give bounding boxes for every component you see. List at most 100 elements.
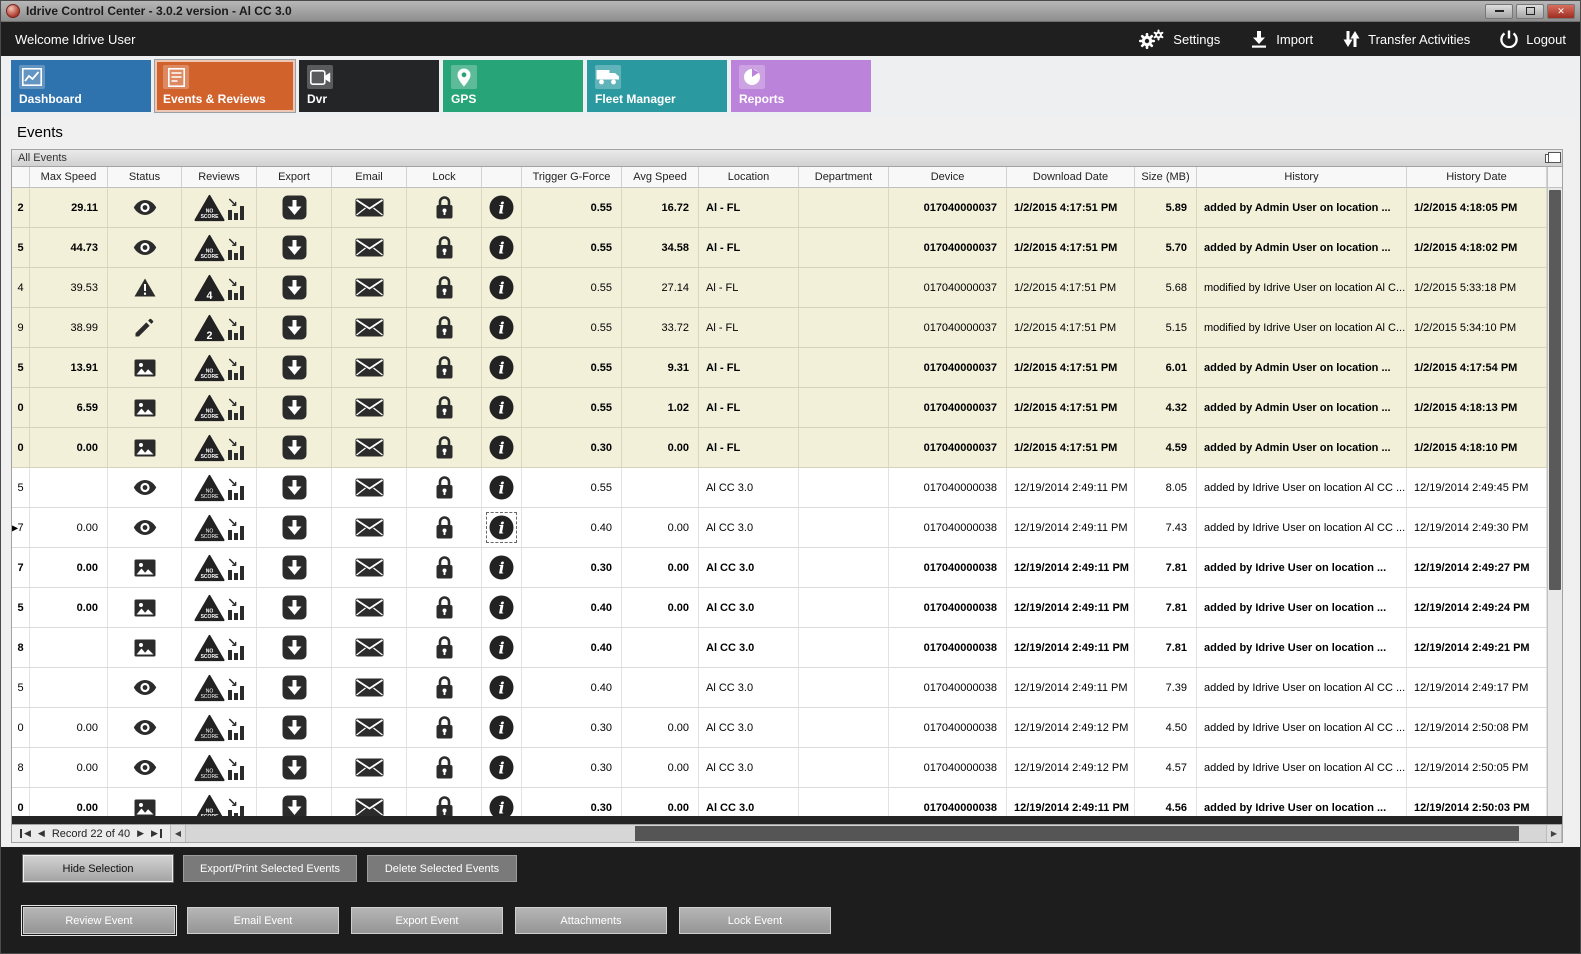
cell-review[interactable]: NOSCORE↘ <box>182 668 257 707</box>
table-row[interactable]: 70.00NOSCORE↘i0.300.00Al CC 3.0017040000… <box>12 548 1547 588</box>
horizontal-scrollbar[interactable]: ◀ ▶ <box>170 825 1562 842</box>
last-record-button[interactable]: ▶ <box>151 829 162 838</box>
tab-fleet-manager[interactable]: Fleet Manager <box>587 60 727 112</box>
column-header-avg_speed[interactable]: Avg Speed <box>622 167 699 188</box>
lock-event-button[interactable]: Lock Event <box>679 907 831 934</box>
cell-export[interactable] <box>257 788 332 816</box>
column-header-email[interactable]: Email <box>332 167 407 188</box>
cell-export[interactable] <box>257 348 332 387</box>
column-header-size[interactable]: Size (MB) <box>1135 167 1197 188</box>
tab-reports[interactable]: Reports <box>731 60 871 112</box>
review-event-button[interactable]: Review Event <box>23 907 175 934</box>
table-row[interactable]: 513.91NOSCORE↘i0.559.31Al - FL0170400000… <box>12 348 1547 388</box>
cell-lock[interactable] <box>407 308 482 347</box>
column-header-export[interactable]: Export <box>257 167 332 188</box>
cell-export[interactable] <box>257 668 332 707</box>
cell-info[interactable]: i <box>482 668 522 707</box>
column-header-lock[interactable]: Lock <box>407 167 482 188</box>
cell-lock[interactable] <box>407 668 482 707</box>
cell-review[interactable]: NOSCORE↘ <box>182 348 257 387</box>
cell-review[interactable]: 4↘ <box>182 268 257 307</box>
table-row[interactable]: 439.534↘i0.5527.14Al - FL0170400000371/2… <box>12 268 1547 308</box>
minimize-button[interactable] <box>1485 4 1513 19</box>
cell-review[interactable]: NOSCORE↘ <box>182 548 257 587</box>
column-header-department[interactable]: Department <box>799 167 889 188</box>
horizontal-scrollbar-thumb[interactable] <box>635 826 1519 841</box>
delete-selected-events-button[interactable]: Delete Selected Events <box>367 855 517 882</box>
cell-review[interactable]: NOSCORE↘ <box>182 508 257 547</box>
menu-transfer-activities[interactable]: Transfer Activities <box>1343 30 1470 48</box>
cell-lock[interactable] <box>407 188 482 227</box>
cell-review[interactable]: NOSCORE↘ <box>182 228 257 267</box>
table-row[interactable]: 00.00NOSCORE↘i0.300.00Al CC 3.0017040000… <box>12 708 1547 748</box>
table-row[interactable]: 06.59NOSCORE↘i0.551.02Al - FL01704000003… <box>12 388 1547 428</box>
cell-lock[interactable] <box>407 268 482 307</box>
cell-lock[interactable] <box>407 548 482 587</box>
cell-export[interactable] <box>257 228 332 267</box>
cell-lock[interactable] <box>407 428 482 467</box>
cell-info[interactable]: i <box>482 428 522 467</box>
cell-review[interactable]: NOSCORE↘ <box>182 628 257 667</box>
cell-email[interactable] <box>332 628 407 667</box>
maximize-button[interactable] <box>1516 4 1544 19</box>
cell-info[interactable]: i <box>482 788 522 816</box>
table-row[interactable]: 00.00NOSCORE↘i0.300.00Al - FL01704000003… <box>12 428 1547 468</box>
cell-email[interactable] <box>332 788 407 816</box>
cell-email[interactable] <box>332 588 407 627</box>
cell-lock[interactable] <box>407 348 482 387</box>
cell-info[interactable]: i <box>482 388 522 427</box>
cell-export[interactable] <box>257 428 332 467</box>
cell-info[interactable]: i <box>482 268 522 307</box>
scroll-left-icon[interactable]: ◀ <box>170 825 186 842</box>
cell-email[interactable] <box>332 748 407 787</box>
table-row[interactable]: 00.00NOSCORE↘i0.300.00Al CC 3.0017040000… <box>12 788 1547 816</box>
column-header-trigger[interactable]: Trigger G-Force <box>522 167 622 188</box>
tab-dvr[interactable]: Dvr <box>299 60 439 112</box>
cell-lock[interactable] <box>407 588 482 627</box>
scroll-right-icon[interactable]: ▶ <box>1546 825 1562 842</box>
cell-email[interactable] <box>332 508 407 547</box>
cell-review[interactable]: NOSCORE↘ <box>182 588 257 627</box>
cell-export[interactable] <box>257 468 332 507</box>
cell-email[interactable] <box>332 268 407 307</box>
cell-email[interactable] <box>332 468 407 507</box>
cell-review[interactable]: NOSCORE↘ <box>182 788 257 816</box>
cell-export[interactable] <box>257 388 332 427</box>
column-header-location[interactable]: Location <box>699 167 799 188</box>
table-row[interactable]: 8NOSCORE↘i0.40Al CC 3.001704000003812/19… <box>12 628 1547 668</box>
previous-record-button[interactable]: ◀ <box>38 829 45 838</box>
menu-import[interactable]: Import <box>1250 30 1313 48</box>
column-header-download_date[interactable]: Download Date <box>1007 167 1135 188</box>
cell-lock[interactable] <box>407 788 482 816</box>
tab-gps[interactable]: GPS <box>443 60 583 112</box>
cell-review[interactable]: NOSCORE↘ <box>182 468 257 507</box>
vertical-scrollbar-thumb[interactable] <box>1549 190 1561 590</box>
cell-export[interactable] <box>257 628 332 667</box>
cell-email[interactable] <box>332 428 407 467</box>
tab-events-reviews[interactable]: Events & Reviews <box>155 60 295 112</box>
cell-lock[interactable] <box>407 228 482 267</box>
close-button[interactable]: ✕ <box>1547 4 1575 19</box>
cell-email[interactable] <box>332 228 407 267</box>
column-header-status[interactable]: Status <box>108 167 182 188</box>
cell-info[interactable]: i <box>482 628 522 667</box>
cell-email[interactable] <box>332 188 407 227</box>
cell-email[interactable] <box>332 388 407 427</box>
cell-export[interactable] <box>257 588 332 627</box>
table-row[interactable]: 50.00NOSCORE↘i0.400.00Al CC 3.0017040000… <box>12 588 1547 628</box>
cell-info[interactable]: i <box>482 508 522 547</box>
cell-email[interactable] <box>332 308 407 347</box>
table-row[interactable]: 544.73NOSCORE↘i0.5534.58Al - FL017040000… <box>12 228 1547 268</box>
cell-export[interactable] <box>257 268 332 307</box>
table-row[interactable]: 229.11NOSCORE↘i0.5516.72Al - FL017040000… <box>12 188 1547 228</box>
column-header-history_date[interactable]: History Date <box>1407 167 1547 188</box>
column-header-review[interactable]: Reviews <box>182 167 257 188</box>
cell-review[interactable]: NOSCORE↘ <box>182 428 257 467</box>
cell-review[interactable]: NOSCORE↘ <box>182 748 257 787</box>
next-record-button[interactable]: ▶ <box>137 829 144 838</box>
cell-lock[interactable] <box>407 508 482 547</box>
cell-export[interactable] <box>257 548 332 587</box>
cell-info[interactable]: i <box>482 548 522 587</box>
cell-lock[interactable] <box>407 708 482 747</box>
column-header-edge[interactable] <box>12 167 30 188</box>
